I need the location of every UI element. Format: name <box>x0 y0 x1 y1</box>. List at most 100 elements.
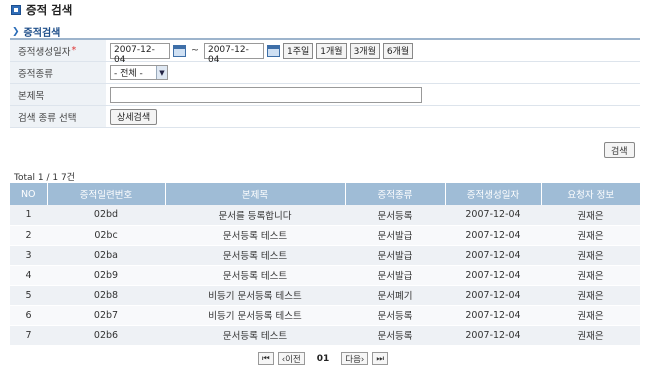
table-row[interactable]: 4 02b9 문서등록 테스트 문서발급 2007-12-04 권재은 <box>10 265 640 286</box>
cell-serial: 02b8 <box>47 285 165 306</box>
search-form: 증적생성일자 * 2007-12-04 ~ 2007-12-04 1주일 1개월 … <box>10 38 640 128</box>
col-header-no: NO <box>10 183 48 205</box>
cell-date: 2007-12-04 <box>445 265 541 286</box>
cell-date: 2007-12-04 <box>445 245 541 266</box>
calendar-icon[interactable] <box>173 44 186 57</box>
date-label: 증적생성일자 * <box>10 40 106 61</box>
cell-type: 문서등록 <box>345 205 445 226</box>
subject-value <box>106 86 422 103</box>
cell-no: 4 <box>10 265 47 286</box>
cell-no: 6 <box>10 305 47 326</box>
date-value: 2007-12-04 ~ 2007-12-04 1주일 1개월 3개월 6개월 <box>106 42 414 65</box>
period-3month-button[interactable]: 3개월 <box>349 42 380 59</box>
pagination: ⏮ ‹이전 01 다음› ⏭ <box>0 352 646 365</box>
search-button[interactable]: 검색 <box>604 142 635 158</box>
cell-serial: 02b7 <box>47 305 165 326</box>
search-type-value: 상세검색 <box>106 108 158 125</box>
subject-row: 본제목 <box>10 84 640 106</box>
calendar-icon[interactable] <box>266 44 280 57</box>
chevron-right-icon: ❯ <box>12 26 20 37</box>
cell-serial: 02ba <box>47 245 165 266</box>
title-square-icon <box>11 5 21 15</box>
col-header-serial: 증적일련번호 <box>47 183 166 205</box>
cell-subject[interactable]: 문서등록 테스트 <box>165 225 345 246</box>
results-table: NO 증적일련번호 본제목 증적종류 증적생성일자 요청자 정보 1 02bd … <box>10 183 640 346</box>
table-row[interactable]: 3 02ba 문서등록 테스트 문서발급 2007-12-04 권재은 <box>10 245 640 266</box>
section-title: 증적검색 <box>23 28 61 39</box>
date-to-input[interactable]: 2007-12-04 <box>203 42 264 65</box>
cell-subject[interactable]: 비등기 문서등록 테스트 <box>165 305 345 326</box>
cell-requester: 권재은 <box>541 245 640 266</box>
col-header-requester: 요청자 정보 <box>541 183 640 205</box>
cell-subject[interactable]: 문서등록 테스트 <box>165 245 345 266</box>
cell-no: 3 <box>10 245 47 266</box>
cell-type: 문서발급 <box>345 265 445 286</box>
cell-type: 문서등록 <box>345 325 445 346</box>
table-row[interactable]: 6 02b7 비등기 문서등록 테스트 문서등록 2007-12-04 권재은 <box>10 305 640 326</box>
cell-requester: 권재은 <box>541 325 640 346</box>
cell-date: 2007-12-04 <box>445 205 541 226</box>
cell-no: 7 <box>10 325 47 346</box>
cell-date: 2007-12-04 <box>445 285 541 306</box>
type-value: - 전체 - ▼ <box>106 65 168 80</box>
prev-page-button[interactable]: ‹이전 <box>277 352 305 365</box>
cell-serial: 02b6 <box>47 325 165 346</box>
cell-subject[interactable]: 비등기 문서등록 테스트 <box>165 285 345 306</box>
chevron-down-icon[interactable]: ▼ <box>156 66 167 79</box>
period-6month-button[interactable]: 6개월 <box>382 42 414 59</box>
last-page-button[interactable]: ⏭ <box>372 352 388 365</box>
first-page-button[interactable]: ⏮ <box>258 352 274 365</box>
type-select[interactable]: - 전체 - ▼ <box>110 65 168 80</box>
section-title-bar: ❯ 증적검색 <box>12 24 61 40</box>
subject-label: 본제목 <box>10 84 106 105</box>
type-row: 증적종류 - 전체 - ▼ <box>10 62 640 84</box>
cell-date: 2007-12-04 <box>445 305 541 326</box>
type-label: 증적종류 <box>10 62 106 83</box>
table-row[interactable]: 2 02bc 문서등록 테스트 문서발급 2007-12-04 권재은 <box>10 225 640 246</box>
search-type-label: 검색 종류 선택 <box>10 106 106 127</box>
date-label-text: 증적생성일자 <box>18 46 71 58</box>
table-row[interactable]: 7 02b6 문서등록 테스트 문서등록 2007-12-04 권재은 <box>10 325 640 346</box>
cell-type: 문서등록 <box>345 305 445 326</box>
table-row[interactable]: 5 02b8 비등기 문서등록 테스트 문서폐기 2007-12-04 권재은 <box>10 285 640 306</box>
cell-date: 2007-12-04 <box>445 225 541 246</box>
cell-subject[interactable]: 문서등록 테스트 <box>165 325 345 346</box>
cell-requester: 권재은 <box>541 305 640 326</box>
subject-input[interactable] <box>110 86 422 103</box>
col-header-subject: 본제목 <box>165 183 346 205</box>
cell-type: 문서발급 <box>345 245 445 266</box>
col-header-type: 증적종류 <box>345 183 446 205</box>
cell-date: 2007-12-04 <box>445 325 541 346</box>
cell-no: 1 <box>10 205 47 226</box>
search-type-row: 검색 종류 선택 상세검색 <box>10 106 640 128</box>
cell-no: 2 <box>10 225 47 246</box>
type-select-value: - 전체 - <box>114 69 143 79</box>
date-from-input[interactable]: 2007-12-04 <box>110 42 170 65</box>
period-1week-button[interactable]: 1주일 <box>282 42 314 59</box>
cell-requester: 권재은 <box>541 265 640 286</box>
cell-serial: 02b9 <box>47 265 165 286</box>
page-title: 증적 검색 <box>26 3 73 17</box>
table-row[interactable]: 1 02bd 문서를 등록합니다 문서등록 2007-12-04 권재은 <box>10 205 640 226</box>
cell-requester: 권재은 <box>541 225 640 246</box>
cell-type: 문서폐기 <box>345 285 445 306</box>
date-row: 증적생성일자 * 2007-12-04 ~ 2007-12-04 1주일 1개월 … <box>10 40 640 65</box>
date-separator: ~ <box>191 45 199 56</box>
period-1month-button[interactable]: 1개월 <box>316 42 347 59</box>
total-count: Total 1 / 1 7건 <box>14 173 75 183</box>
cell-requester: 권재은 <box>541 285 640 306</box>
page-title-bar: 증적 검색 <box>11 2 72 18</box>
cell-subject[interactable]: 문서를 등록합니다 <box>165 205 345 226</box>
cell-type: 문서발급 <box>345 225 445 246</box>
table-header-row: NO 증적일련번호 본제목 증적종류 증적생성일자 요청자 정보 <box>10 183 640 205</box>
col-header-date: 증적생성일자 <box>445 183 542 205</box>
detail-search-button[interactable]: 상세검색 <box>110 108 158 125</box>
cell-no: 5 <box>10 285 47 306</box>
current-page[interactable]: 01 <box>317 354 330 364</box>
cell-serial: 02bd <box>47 205 165 226</box>
cell-subject[interactable]: 문서등록 테스트 <box>165 265 345 286</box>
cell-requester: 권재은 <box>541 205 640 226</box>
required-mark: * <box>71 45 77 56</box>
next-page-button[interactable]: 다음› <box>341 352 369 365</box>
cell-serial: 02bc <box>47 225 165 246</box>
